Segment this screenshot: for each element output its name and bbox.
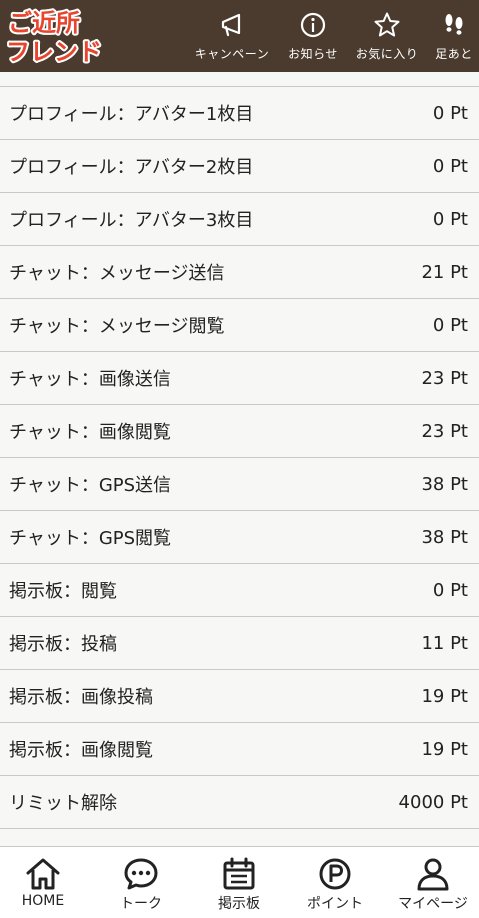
nav-campaign[interactable]: キャンペーン [186, 0, 278, 72]
nav-news[interactable]: お知らせ [282, 0, 344, 72]
table-row: チャット：画像閲覧 23 Pt [0, 405, 479, 458]
table-row: チャット：GPS閲覧 38 Pt [0, 511, 479, 564]
tab-talk-label: トーク [120, 896, 162, 912]
app-header: ご近所 フレンド キャンペーン お知らせ お気に入り 足あと [0, 0, 479, 72]
action-points: 4000 Pt [398, 791, 468, 813]
action-name: チャット：画像閲覧 [9, 422, 171, 443]
megaphone-icon [221, 13, 241, 37]
action-points: 0 Pt [432, 314, 468, 336]
action-name: プロフィール：アバター1枚目 [9, 104, 254, 125]
tab-talk[interactable]: トーク [96, 847, 186, 917]
action-name: チャット：メッセージ閲覧 [9, 316, 225, 337]
action-name: 掲示板：閲覧 [9, 581, 117, 602]
action-points: 38 Pt [421, 526, 468, 548]
nav-campaign-label: キャンペーン [194, 47, 270, 61]
points-table: プロフィール：アバター1枚目 0 Pt プロフィール：アバター2枚目 0 Pt プロ… [0, 86, 479, 829]
tab-home[interactable]: HOME [0, 847, 86, 917]
calendar-icon [223, 857, 255, 890]
action-name: チャット：GPS送信 [9, 475, 172, 496]
action-name: 掲示板：投稿 [9, 634, 117, 655]
nav-favorites[interactable]: お気に入り [350, 0, 424, 72]
app-logo[interactable]: ご近所 フレンド [5, 4, 105, 68]
info-icon [300, 12, 326, 38]
tab-board-label: 掲示板 [218, 896, 260, 912]
table-row: プロフィール：アバター3枚目 0 Pt [0, 193, 479, 246]
table-row: チャット：メッセージ送信 21 Pt [0, 246, 479, 299]
action-points: 19 Pt [421, 685, 468, 707]
logo-text-line1: ご近所 [8, 9, 80, 37]
tab-points[interactable]: ポイント [290, 847, 380, 917]
user-icon [417, 858, 449, 891]
action-points: 11 Pt [421, 632, 468, 654]
tab-home-label: HOME [21, 893, 65, 909]
action-points: 21 Pt [421, 261, 468, 283]
tab-mypage-label: マイページ [398, 896, 468, 912]
point-p-icon [319, 858, 351, 890]
action-points: 23 Pt [421, 367, 468, 389]
table-row: 掲示板：投稿 11 Pt [0, 617, 479, 670]
nav-news-label: お知らせ [288, 47, 338, 61]
table-row: 掲示板：画像閲覧 19 Pt [0, 723, 479, 776]
logo-text-line2: フレンド [6, 38, 102, 66]
nav-favorites-label: お気に入り [355, 47, 419, 61]
action-name: チャット：画像送信 [9, 369, 171, 390]
action-name: チャット：GPS閲覧 [9, 528, 172, 549]
table-row: プロフィール：アバター2枚目 0 Pt [0, 140, 479, 193]
action-points: 0 Pt [432, 155, 468, 177]
action-points: 0 Pt [432, 579, 468, 601]
action-name: リミット解除 [9, 793, 117, 814]
action-name: プロフィール：アバター2枚目 [9, 157, 254, 178]
action-name: 掲示板：画像閲覧 [9, 740, 153, 761]
action-name: チャット：メッセージ送信 [9, 263, 225, 284]
action-points: 0 Pt [432, 208, 468, 230]
home-icon [26, 858, 60, 890]
nav-footprints[interactable]: 足あと [430, 0, 478, 72]
action-points: 23 Pt [421, 420, 468, 442]
action-name: 掲示板：画像投稿 [9, 687, 153, 708]
table-row: 掲示板：画像投稿 19 Pt [0, 670, 479, 723]
table-row: リミット解除 4000 Pt [0, 776, 479, 829]
table-row: 掲示板：閲覧 0 Pt [0, 564, 479, 617]
table-row: プロフィール：アバター1枚目 0 Pt [0, 87, 479, 140]
footprints-icon [445, 14, 463, 35]
chat-bubble-icon [124, 858, 158, 890]
table-row: チャット：画像送信 23 Pt [0, 352, 479, 405]
tab-points-label: ポイント [307, 896, 363, 912]
tab-board[interactable]: 掲示板 [194, 847, 284, 917]
tab-mypage[interactable]: マイページ [388, 847, 478, 917]
table-row: チャット：GPS送信 38 Pt [0, 458, 479, 511]
bottom-tab-bar: HOME トーク 掲示板 ポイント マイページ [0, 846, 479, 918]
action-points: 19 Pt [421, 738, 468, 760]
action-points: 0 Pt [432, 102, 468, 124]
nav-footprints-label: 足あと [435, 47, 473, 61]
action-points: 38 Pt [421, 473, 468, 495]
action-name: プロフィール：アバター3枚目 [9, 210, 254, 231]
star-icon [374, 12, 400, 37]
table-row: チャット：メッセージ閲覧 0 Pt [0, 299, 479, 352]
